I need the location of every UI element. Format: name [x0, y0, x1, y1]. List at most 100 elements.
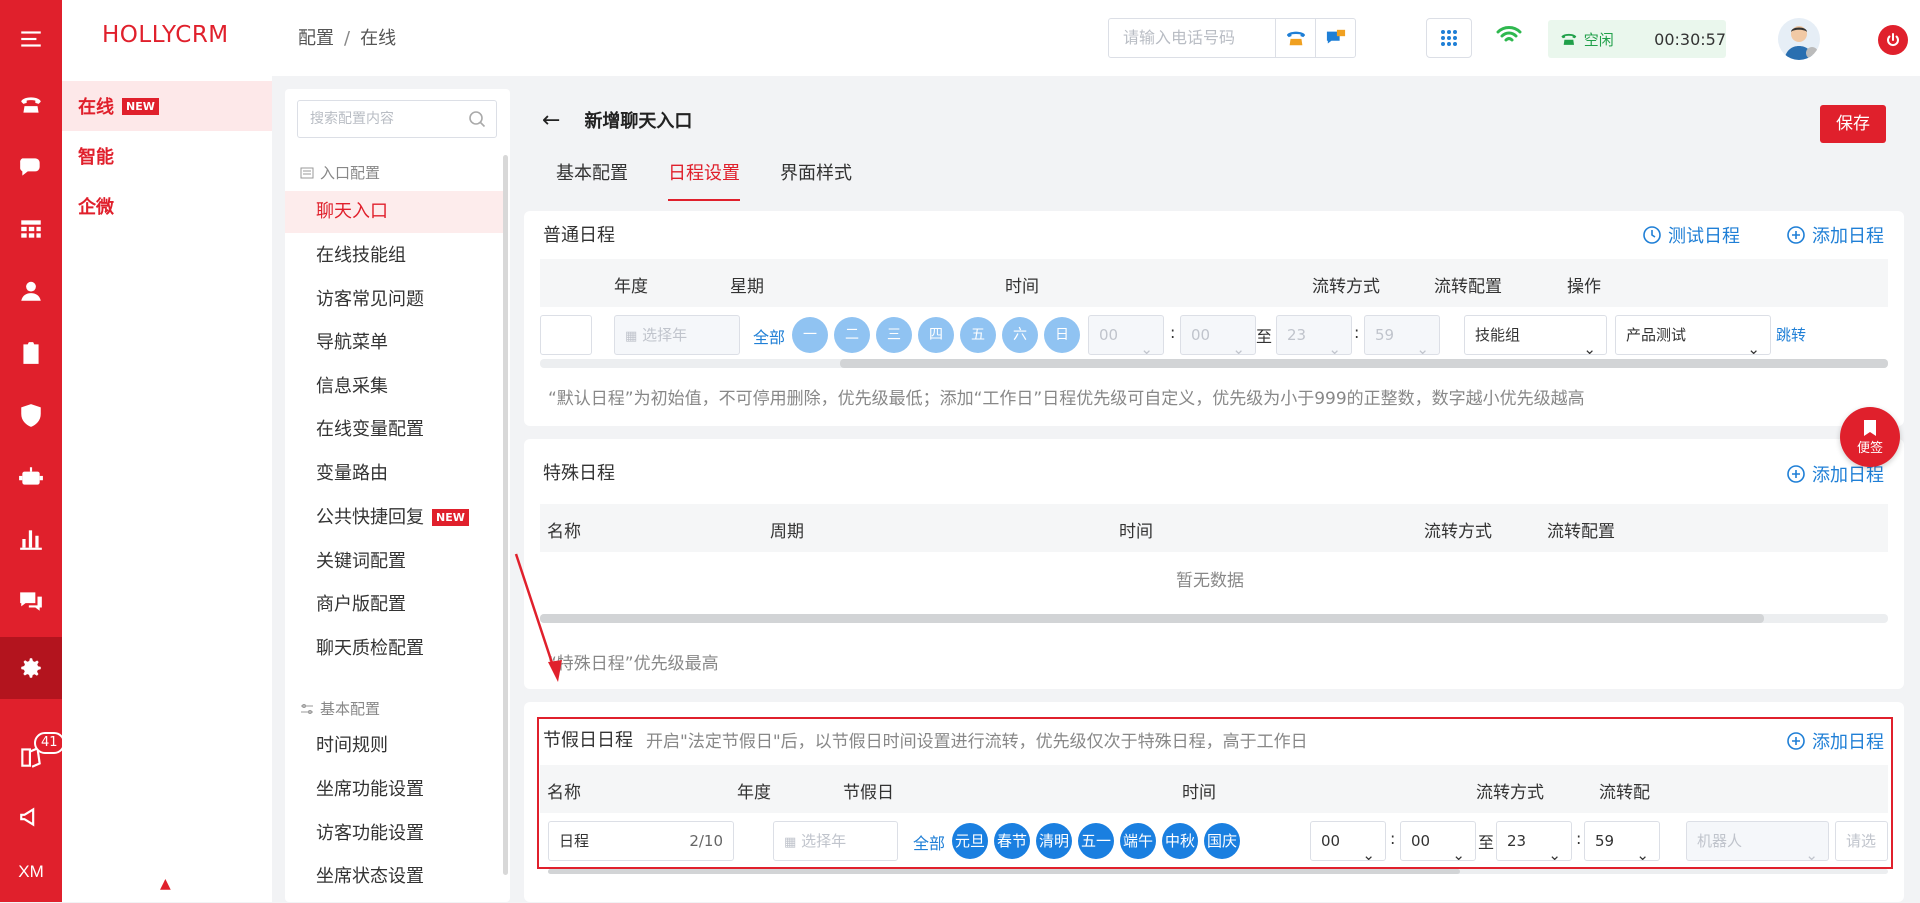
normal-year-select[interactable]: ▦ 选择年	[614, 315, 740, 355]
chat-call-icon[interactable]	[1315, 19, 1355, 57]
holiday-start-minute[interactable]: 00 ⌄	[1400, 821, 1476, 864]
sidebar-item-variable-route[interactable]: 变量路由	[285, 453, 505, 495]
sidebar-item-skill-group[interactable]: 在线技能组	[285, 235, 505, 277]
phone-icon[interactable]	[0, 74, 62, 136]
power-icon[interactable]	[1878, 25, 1908, 55]
normal-end-hour[interactable]: 23 ⌄	[1276, 315, 1352, 358]
special-scroll-thumb[interactable]	[540, 614, 1764, 623]
holiday-dragon-boat[interactable]: 端午	[1120, 823, 1156, 859]
weekday-mon[interactable]: 一	[792, 317, 828, 353]
normal-end-minute[interactable]: 59 ⌄	[1364, 315, 1440, 358]
holiday-end-hour[interactable]: 23 ⌄	[1496, 821, 1572, 864]
sidebar-item-visitor-function[interactable]: 访客功能设置	[285, 813, 505, 855]
grid-table-icon[interactable]	[0, 198, 62, 260]
weekday-wed[interactable]: 三	[876, 317, 912, 353]
sidebar-item-nav-menu[interactable]: 导航菜单	[285, 322, 505, 364]
sidebar-item-faq[interactable]: 访客常见问题	[285, 279, 505, 321]
agent-status[interactable]: 空闲 00:30:57	[1548, 20, 1726, 58]
normal-name-field[interactable]	[540, 315, 592, 355]
new-tag: NEW	[432, 509, 469, 526]
weekday-fri[interactable]: 五	[960, 317, 996, 353]
holiday-flow-mode-select[interactable]: 机器人 ⌄	[1686, 821, 1829, 864]
col-flow-config: 流转配置	[1434, 277, 1502, 297]
normal-start-minute[interactable]: 00 ⌄	[1180, 315, 1256, 358]
col-period: 周期	[770, 522, 804, 542]
nav-smart[interactable]: 智能	[62, 131, 272, 181]
tab-style[interactable]: 界面样式	[780, 159, 852, 201]
robot-icon[interactable]	[0, 446, 62, 508]
holiday-mid-autumn[interactable]: 中秋	[1162, 823, 1198, 859]
shield-icon[interactable]	[0, 384, 62, 446]
bar-chart-icon[interactable]	[0, 508, 62, 570]
search-icon	[469, 111, 486, 128]
weekday-sat[interactable]: 六	[1002, 317, 1038, 353]
tab-basic[interactable]: 基本配置	[556, 159, 628, 201]
holiday-qingming[interactable]: 清明	[1036, 823, 1072, 859]
test-schedule-button[interactable]: 测试日程	[1642, 222, 1740, 248]
back-arrow-icon[interactable]: ←	[542, 108, 560, 133]
megaphone-icon[interactable]	[0, 786, 62, 848]
settings-icon[interactable]	[0, 637, 62, 699]
normal-scroll-thumb[interactable]	[840, 359, 1888, 368]
special-table-scrollbar[interactable]	[540, 614, 1888, 623]
normal-table-scrollbar[interactable]	[540, 359, 1888, 368]
normal-start-hour[interactable]: 00 ⌄	[1088, 315, 1164, 358]
time-colon: :	[1354, 323, 1360, 342]
sidebar-item-merchant[interactable]: 商户版配置	[285, 584, 505, 626]
breadcrumb-config[interactable]: 配置	[298, 28, 334, 49]
collapse-icon[interactable]: ▲	[160, 876, 171, 892]
messages-icon[interactable]	[0, 570, 62, 632]
sticky-note-button[interactable]: 便签	[1840, 407, 1900, 467]
normal-flow-config-select[interactable]: 产品测试 ⌄	[1615, 315, 1771, 358]
sidebar-item-chat-entry[interactable]: 聊天入口	[285, 191, 505, 233]
sidebar-item-quick-reply[interactable]: 公共快捷回复 NEW	[285, 497, 505, 539]
normal-select-all[interactable]: 全部	[753, 324, 785, 348]
holiday-scroll-thumb[interactable]	[548, 869, 1460, 874]
nav-online[interactable]: 在线 NEW	[62, 81, 272, 131]
holiday-select-all[interactable]: 全部	[913, 830, 945, 854]
dial-icon[interactable]	[1275, 19, 1315, 57]
holiday-name-input[interactable]: 日程 2/10	[548, 821, 734, 861]
menu-icon[interactable]	[0, 8, 62, 70]
weekday-thu[interactable]: 四	[918, 317, 954, 353]
save-button[interactable]: 保存	[1820, 105, 1886, 143]
weekday-tue[interactable]: 二	[834, 317, 870, 353]
chat-icon[interactable]	[0, 136, 62, 198]
sidebar-item-agent-function[interactable]: 坐席功能设置	[285, 769, 505, 811]
holiday-table-scrollbar[interactable]	[548, 869, 1888, 874]
holiday-national[interactable]: 国庆	[1204, 823, 1240, 859]
jump-link[interactable]: 跳转	[1776, 324, 1806, 345]
sidebar-item-keyword[interactable]: 关键词配置	[285, 541, 505, 583]
user-icon[interactable]	[0, 260, 62, 322]
rail-xm-label[interactable]: XM	[0, 841, 62, 903]
add-holiday-schedule-button[interactable]: 添加日程	[1786, 728, 1884, 754]
sidebar-item-quality[interactable]: 聊天质检配置	[285, 628, 505, 670]
sidebar-item-info-collect[interactable]: 信息采集	[285, 366, 505, 408]
config-search-input[interactable]: 搜索配置内容	[297, 100, 497, 138]
sidebar-scrollbar[interactable]	[503, 155, 508, 875]
apps-grid-icon[interactable]	[1426, 18, 1472, 58]
sidebar-item-agent-status[interactable]: 坐席状态设置	[285, 856, 505, 898]
phone-input[interactable]: 请输入电话号码	[1109, 19, 1275, 57]
holiday-schedule-desc: 开启"法定节假日"后，以节假日时间设置进行流转，优先级仅次于特殊日程，高于工作日	[646, 732, 1308, 752]
clipboard-icon[interactable]	[0, 322, 62, 384]
sidebar-item-variable-config[interactable]: 在线变量配置	[285, 409, 505, 451]
plus-circle-icon	[1787, 226, 1805, 244]
sidebar-item-time-rule[interactable]: 时间规则	[285, 725, 505, 767]
tab-schedule[interactable]: 日程设置	[668, 159, 740, 201]
normal-flow-mode-select[interactable]: 技能组 ⌄	[1464, 315, 1607, 358]
holiday-name-value: 日程	[559, 832, 590, 850]
holiday-flow-config-select[interactable]: 请选	[1835, 821, 1888, 861]
add-normal-schedule-button[interactable]: 添加日程	[1786, 222, 1884, 248]
normal-schedule-note: “默认日程”为初始值，不可停用删除，优先级最低；添加“工作日”日程优先级可自定义…	[548, 389, 1585, 409]
book-icon[interactable]: 41	[0, 726, 65, 788]
holiday-spring[interactable]: 春节	[994, 823, 1030, 859]
holiday-new-year[interactable]: 元旦	[952, 823, 988, 859]
holiday-may-day[interactable]: 五一	[1078, 823, 1114, 859]
avatar[interactable]	[1778, 18, 1820, 60]
weekday-sun[interactable]: 日	[1044, 317, 1080, 353]
holiday-start-hour[interactable]: 00 ⌄	[1310, 821, 1386, 864]
holiday-year-select[interactable]: ▦ 选择年	[773, 821, 898, 861]
holiday-end-minute[interactable]: 59 ⌄	[1584, 821, 1660, 864]
nav-wecom[interactable]: 企微	[62, 181, 272, 231]
